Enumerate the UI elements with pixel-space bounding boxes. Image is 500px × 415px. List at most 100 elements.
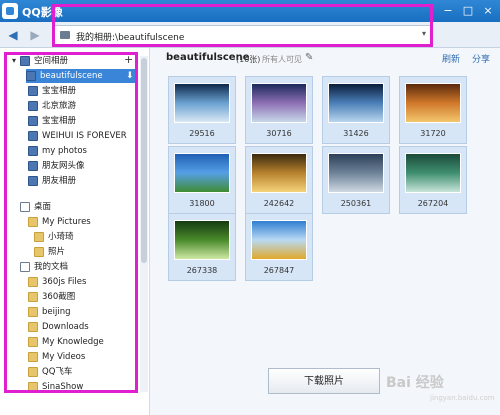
folder-icon (28, 382, 38, 392)
album-icon (28, 101, 38, 111)
album-icon (28, 86, 38, 96)
refresh-link[interactable]: 刷新 (442, 52, 460, 65)
photo-image (328, 83, 384, 123)
folder-icon (28, 367, 38, 377)
folder-icon (60, 31, 70, 39)
watermark-logo: Bai 经验 (386, 375, 444, 391)
desktop-icon (20, 202, 30, 212)
sidebar-item-album[interactable]: WEIHUI IS FOREVER (28, 129, 133, 143)
sidebar-item-folder[interactable]: My Knowledge (28, 335, 128, 349)
forward-button[interactable]: ▶ (26, 26, 44, 44)
album-icon (28, 146, 38, 156)
toolbar: ◀ ▶ 我的相册:\beautifulscene ▾ (0, 22, 500, 48)
sidebar-item-documents[interactable]: 我的文档 (20, 260, 120, 274)
photo-image (251, 83, 307, 123)
window-title: QQ影像 (22, 6, 63, 19)
photo-image (174, 220, 230, 260)
photo-caption: 250361 (340, 199, 372, 208)
photo-caption: 242642 (263, 199, 295, 208)
collapse-arrow-icon[interactable]: ▾ (12, 56, 16, 65)
visibility-label: 所有人可见 (262, 55, 302, 64)
sidebar-item-folder[interactable]: My Pictures (28, 215, 128, 229)
photo-caption: 31426 (343, 129, 369, 138)
photo-caption: 31800 (189, 199, 215, 208)
photo-thumbnail[interactable]: 267847 (245, 213, 313, 281)
folder-icon (28, 292, 38, 302)
photo-image (328, 153, 384, 193)
sidebar-item-album[interactable]: 宝宝相册 (28, 84, 128, 98)
album-icon (28, 131, 38, 141)
folder-icon (28, 337, 38, 347)
sidebar-item-folder[interactable]: QQ飞车 (28, 365, 128, 379)
watermark-url: jingyan.baidu.com (430, 394, 495, 402)
sidebar-item-folder[interactable]: Downloads (28, 320, 128, 334)
album-icon (28, 116, 38, 126)
folder-icon (28, 352, 38, 362)
photo-caption: 267338 (186, 266, 218, 275)
photo-thumbnail[interactable]: 31426 (322, 76, 390, 144)
documents-icon (20, 262, 30, 272)
sidebar-item-folder[interactable]: My Videos (28, 350, 128, 364)
edit-pencil-icon[interactable]: ✎ (305, 52, 313, 63)
title-bar: QQ影像 − □ × (0, 0, 500, 22)
download-photos-button[interactable]: 下载照片 (268, 368, 380, 394)
add-album-button[interactable]: + (124, 53, 133, 66)
photo-thumbnail[interactable]: 250361 (322, 146, 390, 214)
sidebar-item-folder[interactable]: 360截图 (28, 290, 128, 304)
photo-thumbnail[interactable]: 267204 (399, 146, 467, 214)
photo-image (251, 153, 307, 193)
sidebar-item-folder[interactable]: 照片 (34, 245, 129, 259)
sidebar-item-album[interactable]: 宝宝相册 (28, 114, 128, 128)
photo-thumbnail[interactable]: 267338 (168, 213, 236, 281)
folder-icon (28, 217, 38, 227)
photo-caption: 31720 (420, 129, 446, 138)
photo-image (405, 153, 461, 193)
sidebar-item-desktop[interactable]: 桌面 (20, 200, 120, 214)
window-controls: − □ × (440, 3, 496, 19)
maximize-button[interactable]: □ (460, 3, 476, 19)
sidebar-scroll-thumb[interactable] (141, 58, 147, 263)
photo-thumbnail[interactable]: 30716 (245, 76, 313, 144)
sidebar-item-beautifulscene[interactable]: beautifulscene (26, 69, 138, 83)
address-bar[interactable]: 我的相册:\beautifulscene ▾ (53, 25, 431, 45)
album-icon (20, 56, 30, 66)
folder-icon (34, 247, 44, 257)
folder-icon (28, 307, 38, 317)
photo-caption: 267847 (263, 266, 295, 275)
photo-thumbnail[interactable]: 242642 (245, 146, 313, 214)
sidebar-item-album[interactable]: my photos (28, 144, 128, 158)
photo-count: (10张) (236, 55, 261, 64)
album-icon (26, 71, 36, 81)
sidebar-item-folder[interactable]: 360js Files (28, 275, 128, 289)
folder-icon (28, 322, 38, 332)
photo-image (251, 220, 307, 260)
app-logo-icon (2, 3, 18, 19)
close-button[interactable]: × (480, 3, 496, 19)
sidebar-item-folder[interactable]: SinaShow (28, 380, 128, 394)
dropdown-arrow-icon[interactable]: ▾ (422, 29, 426, 38)
folder-icon (28, 277, 38, 287)
download-arrow-icon[interactable]: ⬇ (126, 71, 134, 81)
sidebar-item-album[interactable]: 朋友网头像 (28, 159, 128, 173)
photo-caption: 30716 (266, 129, 292, 138)
photo-caption: 29516 (189, 129, 215, 138)
sidebar-item-folder[interactable]: beijing (28, 305, 128, 319)
sidebar-item-album[interactable]: 北京旅游 (28, 99, 128, 113)
photo-thumbnail[interactable]: 31800 (168, 146, 236, 214)
photo-thumbnail[interactable]: 29516 (168, 76, 236, 144)
photo-thumbnail[interactable]: 31720 (399, 76, 467, 144)
photo-image (174, 83, 230, 123)
sidebar-item-qzone-album[interactable]: 空间相册 (20, 54, 120, 68)
minimize-button[interactable]: − (440, 3, 456, 19)
photo-image (174, 153, 230, 193)
photo-image (405, 83, 461, 123)
share-link[interactable]: 分享 (472, 52, 490, 65)
back-button[interactable]: ◀ (4, 26, 22, 44)
sidebar-item-album[interactable]: 朋友相册 (28, 174, 128, 188)
album-icon (28, 161, 38, 171)
address-text: 我的相册:\beautifulscene (76, 33, 185, 43)
photo-caption: 267204 (417, 199, 449, 208)
folder-icon (34, 232, 44, 242)
album-icon (28, 176, 38, 186)
sidebar-item-folder[interactable]: 小琦琦 (34, 230, 129, 244)
